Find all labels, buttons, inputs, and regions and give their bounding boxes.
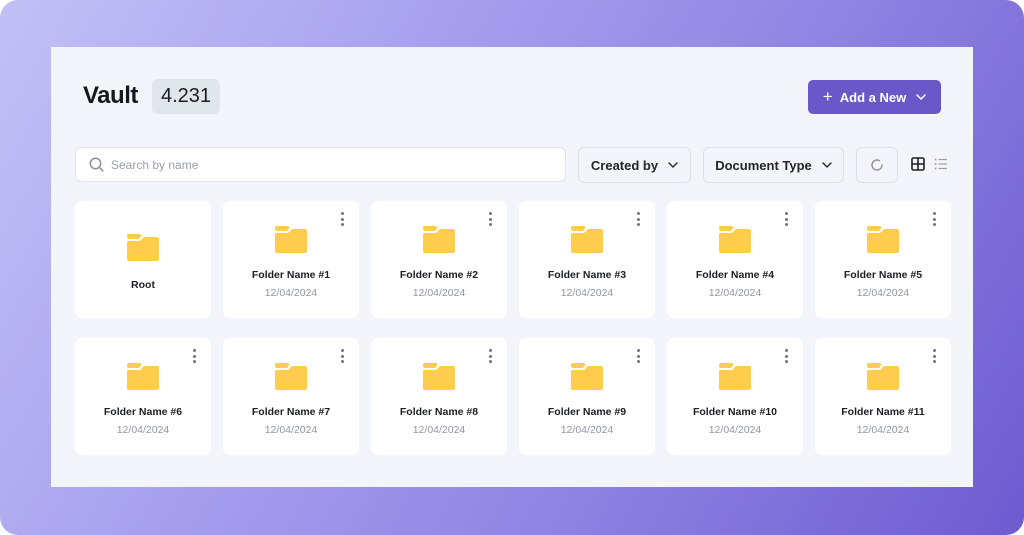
search-input[interactable]: [111, 157, 565, 172]
grid-view-icon[interactable]: [911, 157, 925, 171]
folder-name: Folder Name #8: [399, 406, 479, 418]
folder-name: Folder Name #4: [695, 269, 775, 281]
folder-date: 12/04/2024: [560, 424, 614, 436]
folder-icon: [867, 363, 899, 390]
folder-name: Folder Name #5: [843, 269, 923, 281]
folder-name: Folder Name #9: [547, 406, 627, 418]
folder-icon: [571, 226, 603, 253]
folder-card[interactable]: Folder Name #10 12/04/2024: [667, 338, 803, 455]
gradient-background: Vault 4.231 + Add a New Created by Docum…: [0, 0, 1024, 535]
folder-date: 12/04/2024: [412, 287, 466, 299]
folder-card[interactable]: Folder Name #4 12/04/2024: [667, 201, 803, 318]
search-box[interactable]: [75, 147, 566, 182]
folder-name: Folder Name #11: [841, 406, 925, 418]
folder-name: Root: [131, 279, 155, 291]
chevron-down-icon: [916, 94, 926, 100]
folder-date: 12/04/2024: [264, 287, 318, 299]
folder-icon: [423, 363, 455, 390]
folder-date: 12/04/2024: [856, 424, 910, 436]
folder-date: 12/04/2024: [264, 424, 318, 436]
refresh-icon: [871, 159, 883, 171]
folder-grid: Root Folder Name #1 12/04/2024 Folder Na…: [75, 201, 951, 455]
folder-date: 12/04/2024: [412, 424, 466, 436]
folder-name: Folder Name #1: [251, 269, 331, 281]
more-options-icon[interactable]: [634, 212, 642, 226]
folder-date: 12/04/2024: [708, 424, 762, 436]
folder-name: Folder Name #2: [399, 269, 479, 281]
page-title: Vault: [83, 82, 138, 109]
folder-icon: [127, 363, 159, 390]
more-options-icon[interactable]: [486, 212, 494, 226]
folder-icon: [275, 226, 307, 253]
folder-icon: [719, 226, 751, 253]
document-type-label: Document Type: [715, 157, 812, 173]
folder-card-root[interactable]: Root: [75, 201, 211, 318]
folder-card[interactable]: Folder Name #7 12/04/2024: [223, 338, 359, 455]
more-options-icon[interactable]: [338, 349, 346, 363]
chevron-down-icon: [822, 162, 832, 168]
more-options-icon[interactable]: [930, 349, 938, 363]
folder-name: Folder Name #6: [103, 406, 183, 418]
more-options-icon[interactable]: [634, 349, 642, 363]
folder-card[interactable]: Folder Name #8 12/04/2024: [371, 338, 507, 455]
folder-date: 12/04/2024: [856, 287, 910, 299]
folder-card[interactable]: Folder Name #6 12/04/2024: [75, 338, 211, 455]
folder-date: 12/04/2024: [560, 287, 614, 299]
more-options-icon[interactable]: [190, 349, 198, 363]
folder-name: Folder Name #7: [251, 406, 331, 418]
folder-date: 12/04/2024: [708, 287, 762, 299]
count-badge: 4.231: [152, 79, 221, 114]
folder-card[interactable]: Folder Name #9 12/04/2024: [519, 338, 655, 455]
folder-icon: [571, 363, 603, 390]
more-options-icon[interactable]: [930, 212, 938, 226]
folder-icon: [719, 363, 751, 390]
folder-date: 12/04/2024: [116, 424, 170, 436]
folder-icon: [275, 363, 307, 390]
more-options-icon[interactable]: [782, 349, 790, 363]
more-options-icon[interactable]: [782, 212, 790, 226]
folder-card[interactable]: Folder Name #3 12/04/2024: [519, 201, 655, 318]
vault-panel: Vault 4.231 + Add a New Created by Docum…: [51, 47, 973, 487]
refresh-button[interactable]: [856, 147, 898, 183]
folder-icon: [867, 226, 899, 253]
folder-card[interactable]: Folder Name #5 12/04/2024: [815, 201, 951, 318]
add-new-button[interactable]: + Add a New: [808, 80, 941, 114]
list-view-icon[interactable]: [934, 157, 948, 171]
folder-icon: [127, 234, 159, 261]
search-icon: [89, 157, 104, 172]
chevron-down-icon: [668, 162, 678, 168]
document-type-dropdown[interactable]: Document Type: [703, 147, 844, 183]
folder-name: Folder Name #3: [547, 269, 627, 281]
add-new-label: Add a New: [839, 89, 907, 105]
folder-icon: [423, 226, 455, 253]
folder-name: Folder Name #10: [692, 406, 778, 418]
created-by-label: Created by: [590, 157, 659, 173]
folder-card[interactable]: Folder Name #1 12/04/2024: [223, 201, 359, 318]
created-by-dropdown[interactable]: Created by: [578, 147, 691, 183]
more-options-icon[interactable]: [338, 212, 346, 226]
folder-card[interactable]: Folder Name #11 12/04/2024: [815, 338, 951, 455]
folder-card[interactable]: Folder Name #2 12/04/2024: [371, 201, 507, 318]
plus-icon: +: [822, 86, 833, 106]
more-options-icon[interactable]: [486, 349, 494, 363]
